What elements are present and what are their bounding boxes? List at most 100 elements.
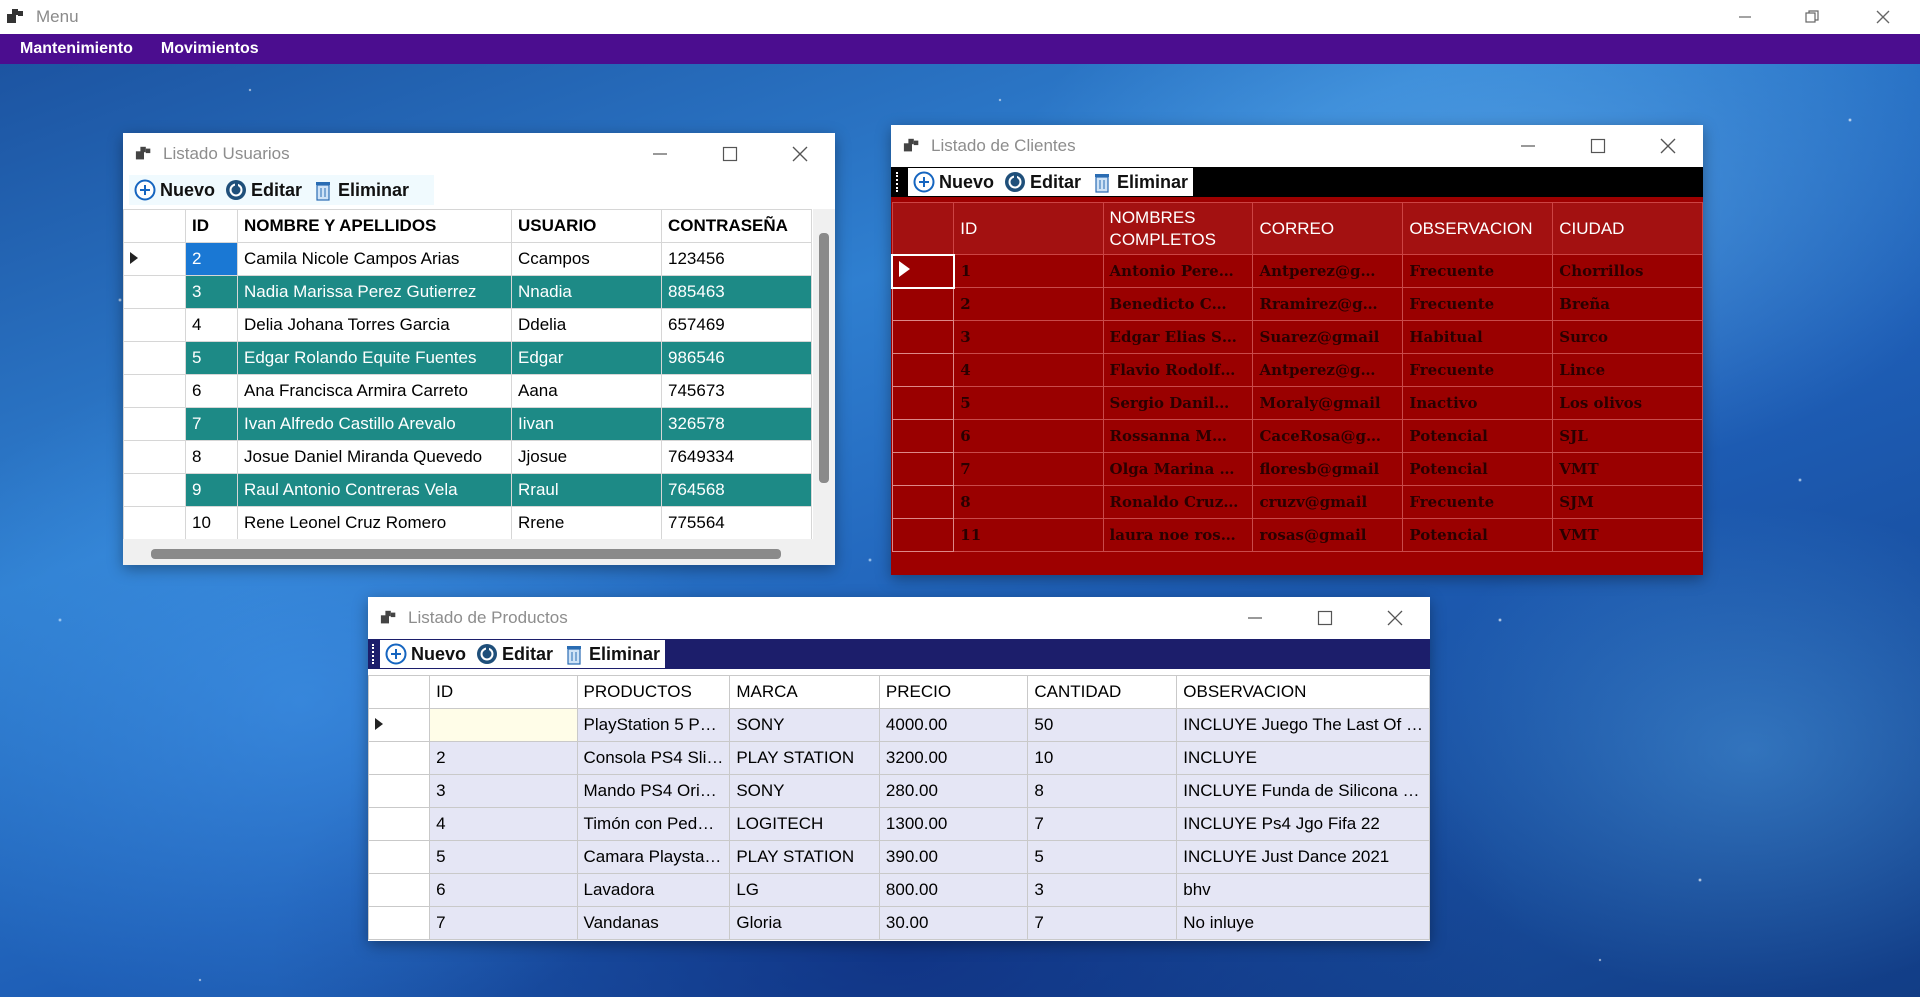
table-cell-contrase-a[interactable]: 986546 bbox=[661, 341, 812, 375]
clients-close-button[interactable] bbox=[1633, 125, 1703, 167]
table-row[interactable]: 2 Consola PS4 Sli… PLAY STATION 3200.00 10 IN… bbox=[368, 741, 1430, 775]
row-header[interactable] bbox=[891, 386, 955, 420]
table-cell-cantidad[interactable]: 10 bbox=[1027, 741, 1178, 775]
table-cell-contrase-a[interactable]: 885463 bbox=[661, 275, 812, 309]
table-cell-ciudad[interactable]: SJL bbox=[1552, 419, 1703, 453]
table-row[interactable]: 4 Timón con Ped… LOGITECH 1300.00 7 INCLUYE P… bbox=[368, 807, 1430, 841]
table-cell-id[interactable]: 8 bbox=[185, 440, 238, 474]
table-cell-ciudad[interactable]: Lince bbox=[1552, 353, 1703, 387]
table-cell-observacion[interactable]: INCLUYE Ps4 Jgo Fifa 22 bbox=[1176, 807, 1430, 841]
products-minimize-button[interactable] bbox=[1220, 597, 1290, 639]
table-cell-correo[interactable]: Antperez@g… bbox=[1252, 254, 1404, 288]
clients-new-button[interactable]: Nuevo bbox=[908, 167, 999, 197]
table-row[interactable]: 1 Antonio Pere… Antperez@g… Frecuente Chorri… bbox=[891, 253, 1703, 289]
menu-movimientos[interactable]: Movimientos bbox=[147, 40, 273, 58]
products-edit-button[interactable]: Editar bbox=[471, 639, 558, 669]
table-row[interactable]: 5 Edgar Rolando Equite Fuentes Edgar 986546 bbox=[123, 341, 812, 375]
clients-delete-button[interactable]: Eliminar bbox=[1086, 167, 1193, 197]
table-cell-id[interactable]: 8 bbox=[953, 485, 1104, 519]
table-cell-cantidad[interactable]: 7 bbox=[1027, 906, 1178, 940]
table-cell-usuario[interactable]: Ddelia bbox=[511, 308, 662, 342]
table-cell-contrase-a[interactable]: 764568 bbox=[661, 473, 812, 507]
table-cell-nombres-completos[interactable]: Ronaldo Cruz… bbox=[1102, 485, 1254, 519]
table-cell-precio[interactable]: 390.00 bbox=[878, 840, 1029, 874]
row-header[interactable] bbox=[891, 419, 955, 453]
table-cell-cantidad[interactable]: 8 bbox=[1027, 774, 1178, 808]
users-minimize-button[interactable] bbox=[625, 133, 695, 175]
column-header-contrasena[interactable]: CONTRASEÑA bbox=[661, 209, 812, 243]
table-row[interactable]: 8 Ronaldo Cruz… cruzv@gmail Frecuente SJM bbox=[891, 485, 1703, 519]
table-cell-correo[interactable]: floresb@gmail bbox=[1252, 452, 1404, 486]
row-header[interactable] bbox=[123, 242, 186, 276]
users-close-button[interactable] bbox=[765, 133, 835, 175]
table-cell-contrase-a[interactable]: 775564 bbox=[661, 506, 812, 540]
row-header[interactable] bbox=[368, 906, 431, 940]
table-cell-id[interactable]: 6 bbox=[953, 419, 1104, 453]
products-maximize-button[interactable] bbox=[1290, 597, 1360, 639]
table-row[interactable]: 3 Nadia Marissa Perez Gutierrez Nnadia 8854… bbox=[123, 275, 812, 309]
table-cell-ciudad[interactable]: Breña bbox=[1552, 287, 1703, 321]
table-row[interactable]: 10 Rene Leonel Cruz Romero Rrene 775564 bbox=[123, 506, 812, 540]
table-cell-nombre-y-apellidos[interactable]: Ivan Alfredo Castillo Arevalo bbox=[237, 407, 512, 441]
table-cell-id[interactable]: 11 bbox=[953, 518, 1104, 552]
table-row[interactable]: 7 Ivan Alfredo Castillo Arevalo Iivan 32657… bbox=[123, 407, 812, 441]
table-cell-marca[interactable]: LG bbox=[729, 873, 880, 907]
table-cell-precio[interactable]: 1300.00 bbox=[878, 807, 1029, 841]
column-header-observacion[interactable]: OBSERVACION bbox=[1176, 675, 1430, 709]
table-cell-nombre-y-apellidos[interactable]: Josue Daniel Miranda Quevedo bbox=[237, 440, 512, 474]
table-cell-marca[interactable]: LOGITECH bbox=[729, 807, 880, 841]
table-cell-usuario[interactable]: Ccampos bbox=[511, 242, 662, 276]
table-cell-id[interactable]: 5 bbox=[953, 386, 1104, 420]
table-cell-productos[interactable]: Mando PS4 Ori… bbox=[576, 774, 731, 808]
table-cell-id[interactable]: 6 bbox=[185, 374, 238, 408]
column-header-nombres[interactable]: NOMBRES COMPLETOS bbox=[1102, 202, 1254, 255]
column-header-marca[interactable]: MARCA bbox=[729, 675, 880, 709]
table-cell-usuario[interactable]: Jjosue bbox=[511, 440, 662, 474]
table-cell-productos[interactable]: Timón con Ped… bbox=[576, 807, 731, 841]
column-header-observacion[interactable]: OBSERVACION bbox=[1402, 202, 1554, 255]
table-cell-precio[interactable]: 3200.00 bbox=[878, 741, 1029, 775]
table-cell-observacion[interactable]: INCLUYE Juego The Last Of … bbox=[1176, 708, 1430, 742]
table-cell-observacion[interactable]: Potencial bbox=[1402, 518, 1554, 552]
table-cell-observacion[interactable]: INCLUYE Funda de Silicona … bbox=[1176, 774, 1430, 808]
table-cell-cantidad[interactable]: 3 bbox=[1027, 873, 1178, 907]
row-header[interactable] bbox=[368, 741, 431, 775]
table-cell-observacion[interactable]: Potencial bbox=[1402, 419, 1554, 453]
table-row[interactable]: PlayStation 5 P… SONY 4000.00 50 INCLUYE Jue… bbox=[368, 708, 1430, 742]
row-header[interactable] bbox=[891, 287, 955, 321]
row-header[interactable] bbox=[123, 374, 186, 408]
table-cell-precio[interactable]: 800.00 bbox=[878, 873, 1029, 907]
restore-button[interactable] bbox=[1777, 0, 1847, 34]
close-button[interactable] bbox=[1848, 0, 1918, 34]
row-header[interactable] bbox=[368, 774, 431, 808]
clients-minimize-button[interactable] bbox=[1493, 125, 1563, 167]
table-cell-ciudad[interactable]: SJM bbox=[1552, 485, 1703, 519]
table-cell-nombre-y-apellidos[interactable]: Raul Antonio Contreras Vela bbox=[237, 473, 512, 507]
table-cell-id[interactable]: 4 bbox=[953, 353, 1104, 387]
table-cell-ciudad[interactable]: Surco bbox=[1552, 320, 1703, 354]
row-header[interactable] bbox=[123, 407, 186, 441]
table-cell-usuario[interactable]: Edgar bbox=[511, 341, 662, 375]
table-cell-ciudad[interactable]: Los olivos bbox=[1552, 386, 1703, 420]
row-header[interactable] bbox=[891, 452, 955, 486]
table-row[interactable]: 5 Sergio Danil… Moraly@gmail Inactivo Los ol… bbox=[891, 386, 1703, 420]
row-header[interactable] bbox=[368, 873, 431, 907]
row-header[interactable] bbox=[123, 275, 186, 309]
table-cell-nombre-y-apellidos[interactable]: Nadia Marissa Perez Gutierrez bbox=[237, 275, 512, 309]
table-cell-id[interactable]: 4 bbox=[185, 308, 238, 342]
table-cell-observacion[interactable]: bhv bbox=[1176, 873, 1430, 907]
table-cell-id[interactable]: 1 bbox=[953, 254, 1104, 288]
table-cell-marca[interactable]: SONY bbox=[729, 774, 880, 808]
column-header-usuario[interactable]: USUARIO bbox=[511, 209, 662, 243]
row-header[interactable] bbox=[123, 473, 186, 507]
table-cell-id[interactable]: 5 bbox=[185, 341, 238, 375]
row-header[interactable] bbox=[891, 518, 955, 552]
table-cell-correo[interactable]: Suarez@gmail bbox=[1252, 320, 1404, 354]
table-cell-id[interactable]: 7 bbox=[953, 452, 1104, 486]
table-cell-id[interactable]: 2 bbox=[429, 741, 578, 775]
table-cell-productos[interactable]: Consola PS4 Sli… bbox=[576, 741, 731, 775]
column-header-id[interactable]: ID bbox=[953, 202, 1104, 255]
table-cell-id[interactable]: 2 bbox=[953, 287, 1104, 321]
table-cell-ciudad[interactable]: Chorrillos bbox=[1552, 254, 1703, 288]
table-cell-usuario[interactable]: Rraul bbox=[511, 473, 662, 507]
